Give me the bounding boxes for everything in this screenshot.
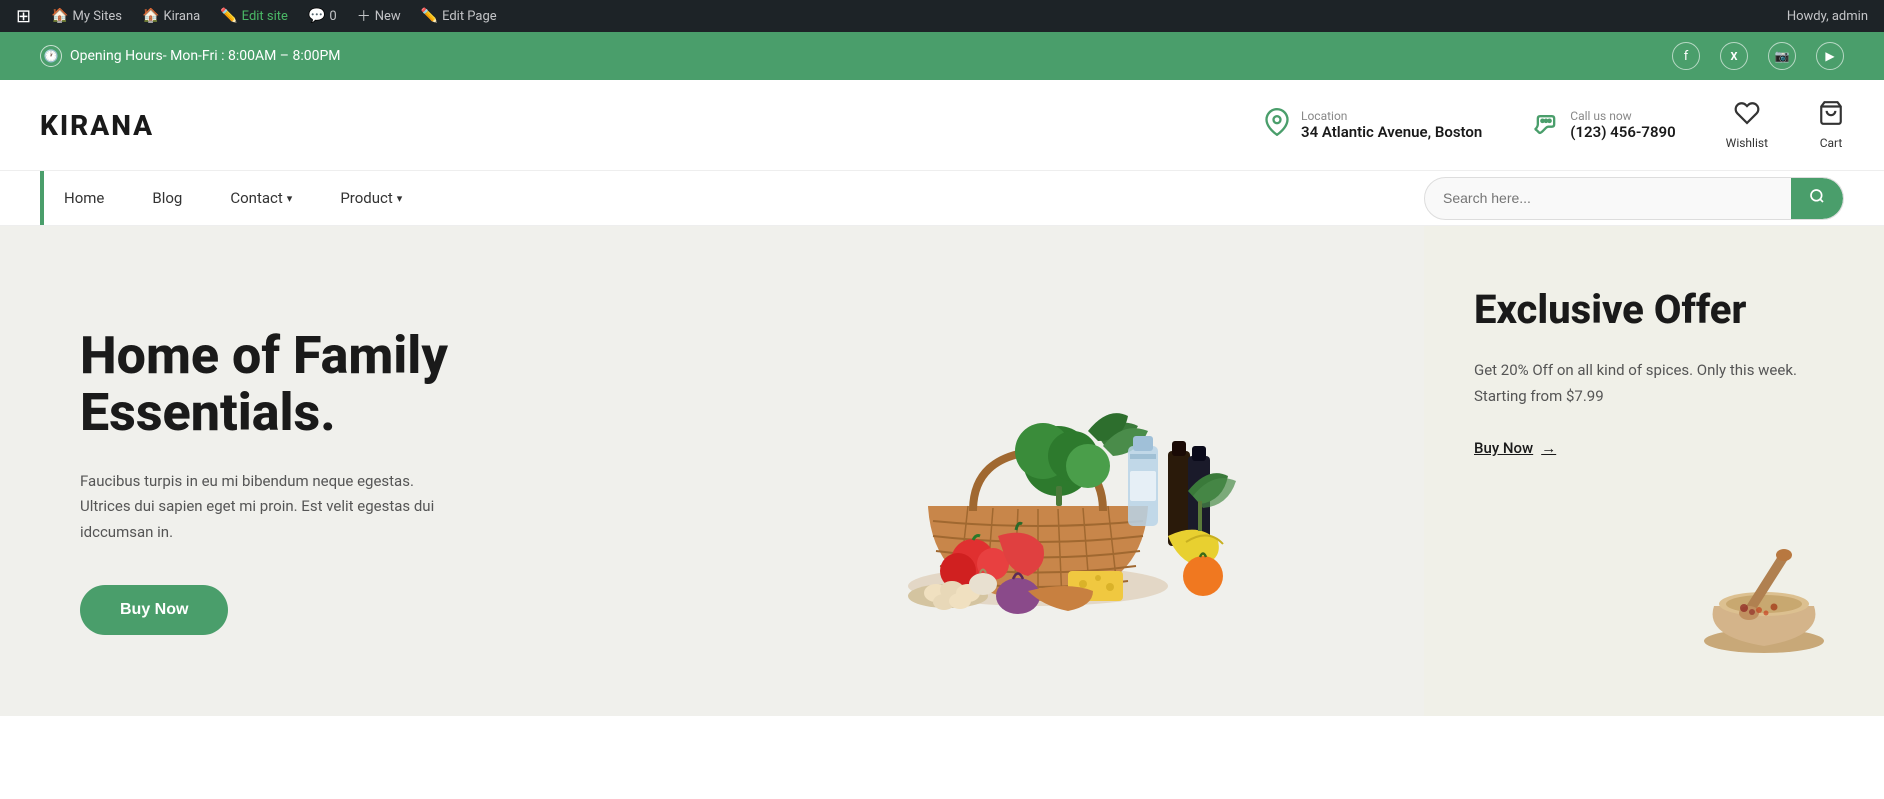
opening-hours-text: Opening Hours- Mon-Fri : 8:00AM – 8:00PM bbox=[70, 48, 341, 64]
edit-site-item[interactable]: ✏️ Edit site bbox=[212, 0, 296, 32]
phone-contact: Call us now (123) 456-7890 bbox=[1532, 108, 1675, 142]
phone-icon bbox=[1532, 108, 1560, 142]
new-label: New bbox=[375, 9, 401, 24]
site-nav: Home Blog Contact ▾ Product ▾ bbox=[0, 171, 1884, 226]
site-header: KIRANA Location 34 Atlantic Avenue, Bost… bbox=[0, 80, 1884, 171]
clock-icon: 🕐 bbox=[40, 45, 62, 67]
cart-icon bbox=[1818, 100, 1844, 132]
kirana-item[interactable]: 🏠 Kirana bbox=[134, 0, 208, 32]
social-icons-container: f X 📷 ▶ bbox=[1672, 42, 1844, 70]
hero-image bbox=[732, 306, 1344, 656]
wp-logo-item[interactable]: ⊞ bbox=[8, 0, 39, 32]
youtube-icon[interactable]: ▶ bbox=[1816, 42, 1844, 70]
nav-item-home[interactable]: Home bbox=[40, 171, 128, 225]
location-icon bbox=[1263, 108, 1291, 142]
top-info-bar: 🕐 Opening Hours- Mon-Fri : 8:00AM – 8:00… bbox=[0, 32, 1884, 80]
admin-bar-right: Howdy, admin bbox=[1779, 0, 1876, 32]
call-value: (123) 456-7890 bbox=[1570, 123, 1675, 141]
new-item[interactable]: ＋ New bbox=[349, 0, 409, 32]
admin-user-item[interactable]: Howdy, admin bbox=[1779, 0, 1876, 32]
heart-icon bbox=[1734, 100, 1760, 132]
header-right: Location 34 Atlantic Avenue, Boston Call… bbox=[1263, 100, 1844, 150]
search-button[interactable] bbox=[1791, 178, 1843, 219]
wishlist-label: Wishlist bbox=[1726, 136, 1768, 150]
wp-admin-bar: ⊞ 🏠 My Sites 🏠 Kirana ✏️ Edit site 💬 0 ＋… bbox=[0, 0, 1884, 32]
hero-description: Faucibus turpis in eu mi bibendum neque … bbox=[80, 469, 460, 546]
instagram-icon[interactable]: 📷 bbox=[1768, 42, 1796, 70]
product-dropdown-icon: ▾ bbox=[397, 192, 403, 205]
search-box bbox=[1424, 177, 1844, 220]
mortar-pestle-illustration bbox=[1694, 536, 1834, 656]
kirana-label: Kirana bbox=[163, 9, 200, 24]
grocery-illustration bbox=[828, 306, 1248, 656]
spice-image-container bbox=[1474, 496, 1834, 656]
twitter-icon[interactable]: X bbox=[1720, 42, 1748, 70]
exclusive-buy-now-link[interactable]: Buy Now → bbox=[1474, 439, 1834, 457]
nav-item-product[interactable]: Product ▾ bbox=[316, 171, 426, 225]
call-label: Call us now bbox=[1570, 109, 1675, 123]
opening-hours-container: 🕐 Opening Hours- Mon-Fri : 8:00AM – 8:00… bbox=[40, 45, 341, 67]
hero-section: Home of Family Essentials. Faucibus turp… bbox=[0, 226, 1884, 716]
exclusive-offer-panel: Exclusive Offer Get 20% Off on all kind … bbox=[1424, 226, 1884, 716]
nav-item-blog[interactable]: Blog bbox=[128, 171, 206, 225]
my-sites-label: My Sites bbox=[73, 9, 122, 24]
buy-now-label: Buy Now bbox=[1474, 439, 1533, 457]
cart-action[interactable]: Cart bbox=[1818, 100, 1844, 150]
exclusive-offer-title: Exclusive Offer bbox=[1474, 286, 1834, 334]
comments-count: 0 bbox=[329, 9, 336, 24]
nav-item-contact[interactable]: Contact ▾ bbox=[206, 171, 316, 225]
edit-page-label: Edit Page bbox=[442, 9, 497, 24]
hero-main: Home of Family Essentials. Faucibus turp… bbox=[0, 226, 1424, 716]
search-input[interactable] bbox=[1425, 180, 1791, 216]
edit-page-item[interactable]: ✏️ Edit Page bbox=[413, 0, 505, 32]
site-logo[interactable]: KIRANA bbox=[40, 109, 154, 142]
my-sites-item[interactable]: 🏠 My Sites bbox=[43, 0, 130, 32]
edit-site-label: Edit site bbox=[242, 9, 288, 24]
phone-text: Call us now (123) 456-7890 bbox=[1570, 109, 1675, 141]
location-contact: Location 34 Atlantic Avenue, Boston bbox=[1263, 108, 1482, 142]
hero-content: Home of Family Essentials. Faucibus turp… bbox=[80, 327, 692, 636]
exclusive-offer-description: Get 20% Off on all kind of spices. Only … bbox=[1474, 358, 1834, 409]
location-label: Location bbox=[1301, 109, 1482, 123]
comments-item[interactable]: 💬 0 bbox=[300, 0, 345, 32]
cart-label: Cart bbox=[1820, 136, 1843, 150]
contact-dropdown-icon: ▾ bbox=[287, 192, 293, 205]
location-text: Location 34 Atlantic Avenue, Boston bbox=[1301, 109, 1482, 141]
hero-buy-now-button[interactable]: Buy Now bbox=[80, 585, 228, 635]
nav-search bbox=[1424, 177, 1844, 220]
nav-items: Home Blog Contact ▾ Product ▾ bbox=[40, 171, 426, 225]
wishlist-action[interactable]: Wishlist bbox=[1726, 100, 1768, 150]
arrow-icon: → bbox=[1541, 439, 1556, 457]
location-value: 34 Atlantic Avenue, Boston bbox=[1301, 123, 1482, 141]
hero-title: Home of Family Essentials. bbox=[80, 327, 692, 441]
facebook-icon[interactable]: f bbox=[1672, 42, 1700, 70]
